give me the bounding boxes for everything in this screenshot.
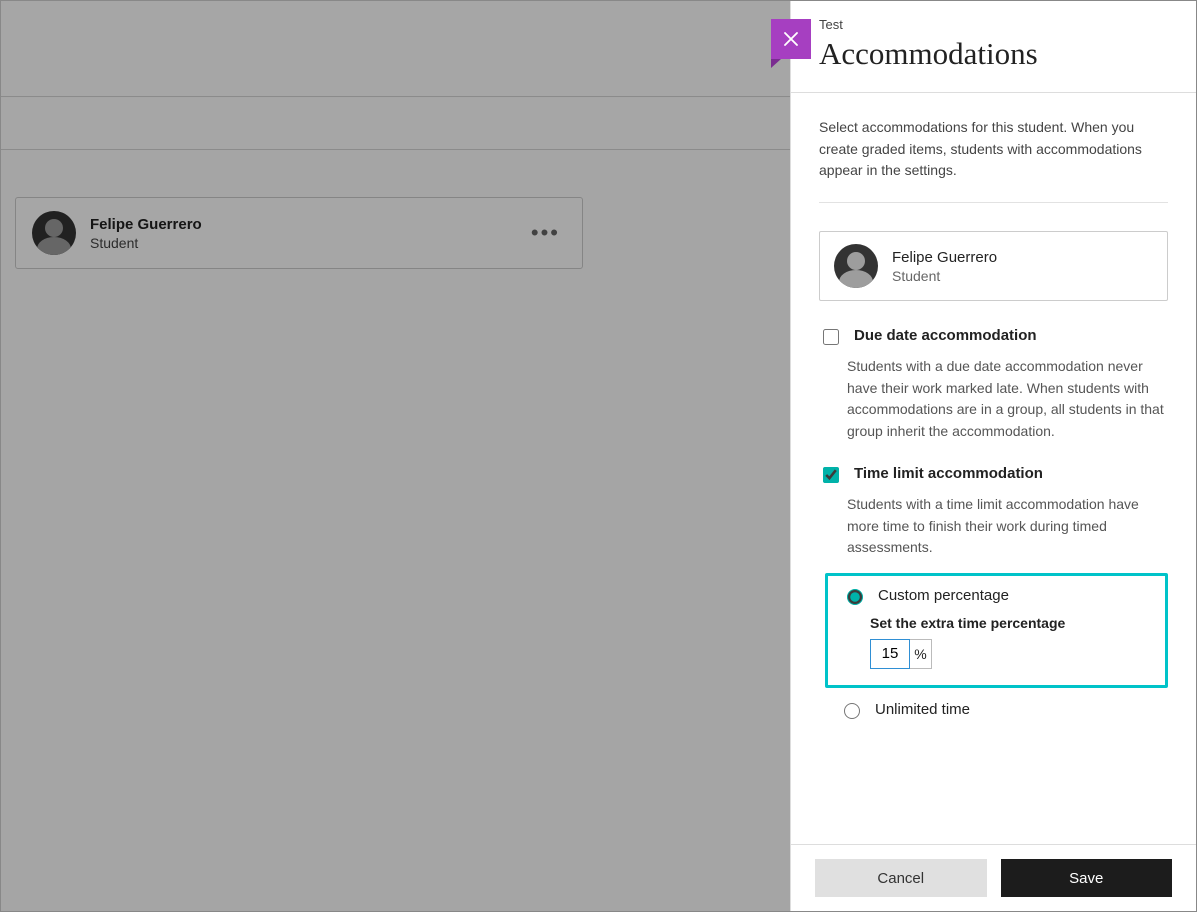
- custom-percentage-row: Custom percentage: [842, 586, 1151, 605]
- due-date-label: Due date accommodation: [854, 327, 1037, 344]
- save-button[interactable]: Save: [1001, 859, 1173, 897]
- accommodations-panel: Test Accommodations Select accommodation…: [790, 1, 1196, 911]
- panel-footer: Cancel Save: [791, 844, 1196, 911]
- custom-percentage-radio[interactable]: [847, 589, 863, 605]
- divider: [819, 202, 1168, 203]
- due-date-checkbox[interactable]: [823, 329, 839, 345]
- due-date-description: Students with a due date accommodation n…: [847, 356, 1168, 443]
- avatar-icon: [834, 244, 878, 288]
- time-limit-option: Time limit accommodation: [819, 465, 1168, 486]
- background-dim: Felipe Guerrero Student •••: [1, 1, 791, 911]
- student-card-text: Felipe Guerrero Student: [90, 216, 202, 251]
- background-subbar: [1, 98, 791, 150]
- custom-percentage-highlight: Custom percentage Set the extra time per…: [825, 573, 1168, 688]
- avatar-icon: [32, 211, 76, 255]
- extra-time-label: Set the extra time percentage: [870, 615, 1151, 631]
- selected-student-role: Student: [892, 268, 997, 284]
- student-role: Student: [90, 235, 202, 251]
- panel-title: Accommodations: [819, 36, 1168, 72]
- time-limit-checkbox[interactable]: [823, 467, 839, 483]
- selected-student-name: Felipe Guerrero: [892, 249, 997, 266]
- background-topbar: [1, 1, 791, 97]
- close-icon: [782, 30, 800, 48]
- more-options-icon[interactable]: •••: [525, 214, 566, 252]
- selected-student-text: Felipe Guerrero Student: [892, 249, 997, 284]
- time-limit-description: Students with a time limit accommodation…: [847, 494, 1168, 559]
- percent-unit: %: [910, 639, 932, 669]
- cancel-button[interactable]: Cancel: [815, 859, 987, 897]
- unlimited-time-radio[interactable]: [844, 703, 860, 719]
- time-limit-label: Time limit accommodation: [854, 465, 1043, 482]
- percentage-input[interactable]: [870, 639, 910, 669]
- unlimited-time-label: Unlimited time: [875, 701, 970, 718]
- unlimited-time-row: Unlimited time: [839, 700, 1168, 719]
- percentage-input-wrap: %: [870, 639, 1151, 669]
- student-card[interactable]: Felipe Guerrero Student •••: [15, 197, 583, 269]
- selected-student-box: Felipe Guerrero Student: [819, 231, 1168, 301]
- panel-intro: Select accommodations for this student. …: [819, 117, 1168, 182]
- student-name: Felipe Guerrero: [90, 216, 202, 233]
- close-button[interactable]: [771, 19, 811, 59]
- breadcrumb: Test: [819, 17, 1168, 32]
- due-date-option: Due date accommodation: [819, 327, 1168, 348]
- app-root: Felipe Guerrero Student ••• Test Accommo…: [0, 0, 1197, 912]
- panel-header: Test Accommodations: [791, 1, 1196, 93]
- custom-percentage-label: Custom percentage: [878, 587, 1009, 604]
- panel-body: Select accommodations for this student. …: [791, 93, 1196, 844]
